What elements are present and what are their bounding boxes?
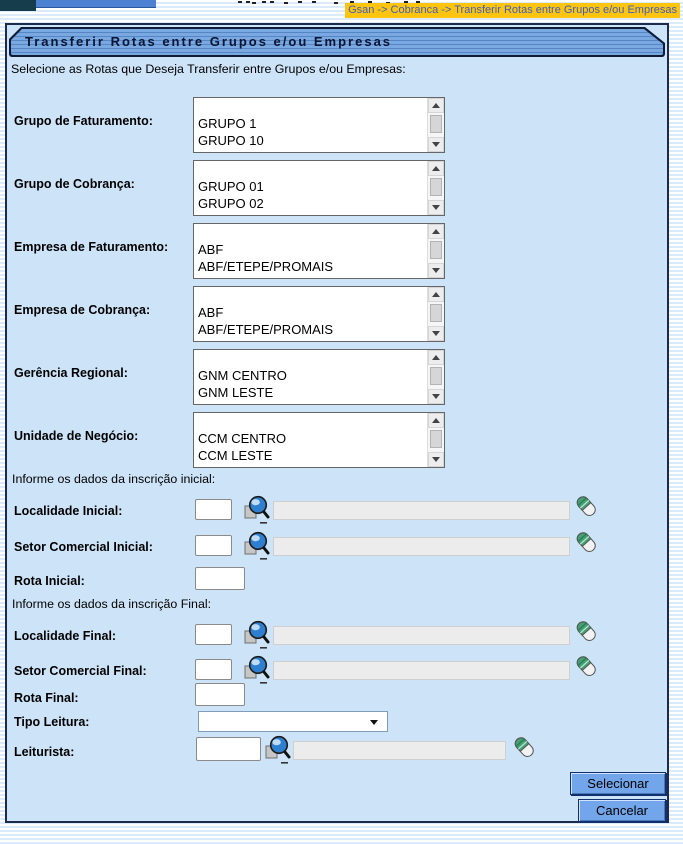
localidade-final-label: Localidade Final: bbox=[14, 629, 117, 643]
unidade-negocio-label: Unidade de Negócio: bbox=[14, 429, 139, 443]
scroll-up-icon[interactable] bbox=[428, 350, 444, 365]
setor-inicial-label: Setor Comercial Inicial: bbox=[14, 540, 153, 554]
form-panel: Transferir Rotas entre Grupos e/ou Empre… bbox=[5, 23, 669, 823]
search-icon[interactable] bbox=[264, 734, 291, 765]
scroll-down-icon[interactable] bbox=[428, 200, 444, 215]
scroll-down-icon[interactable] bbox=[428, 452, 444, 467]
chevron-down-icon bbox=[370, 720, 378, 725]
eraser-icon[interactable] bbox=[575, 620, 598, 645]
localidade-inicial-label: Localidade Inicial: bbox=[14, 504, 123, 518]
grupo-faturamento-label: Grupo de Faturamento: bbox=[14, 114, 153, 128]
list-item[interactable]: ABF bbox=[198, 304, 427, 321]
empresa-faturamento-label: Empresa de Faturamento: bbox=[14, 240, 169, 254]
localidade-inicial-input[interactable] bbox=[195, 499, 232, 520]
rota-inicial-label: Rota Inicial: bbox=[14, 574, 85, 588]
inscricao-final-header: Informe os dados da inscrição Final: bbox=[12, 597, 212, 611]
scrollbar[interactable] bbox=[427, 413, 444, 467]
setor-final-name-field bbox=[273, 661, 570, 680]
list-item[interactable]: CCM LESTE bbox=[198, 447, 427, 464]
search-icon[interactable] bbox=[243, 494, 270, 525]
list-item[interactable]: GNM LESTE bbox=[198, 384, 427, 401]
gerencia-regional-label: Gerência Regional: bbox=[14, 366, 128, 380]
scroll-down-icon[interactable] bbox=[428, 326, 444, 341]
scrollbar[interactable] bbox=[427, 350, 444, 404]
list-item[interactable]: ABF/ETEPE/PROMAIS bbox=[198, 321, 427, 338]
localidade-inicial-name-field bbox=[273, 501, 570, 520]
list-item[interactable]: ABF bbox=[198, 241, 427, 258]
scroll-down-icon[interactable] bbox=[428, 137, 444, 152]
scroll-down-icon[interactable] bbox=[428, 389, 444, 404]
setor-inicial-name-field bbox=[273, 537, 570, 556]
setor-final-label: Setor Comercial Final: bbox=[14, 664, 147, 678]
empresa-faturamento-listbox[interactable]: ABF ABF/ETEPE/PROMAIS bbox=[193, 223, 445, 279]
localidade-final-input[interactable] bbox=[195, 624, 232, 645]
scrollbar[interactable] bbox=[427, 287, 444, 341]
grupo-cobranca-listbox[interactable]: GRUPO 01 GRUPO 02 bbox=[193, 160, 445, 216]
setor-inicial-input[interactable] bbox=[195, 535, 232, 556]
localidade-final-name-field bbox=[273, 626, 570, 645]
search-icon[interactable] bbox=[243, 654, 270, 685]
list-item[interactable]: CCM CENTRO bbox=[198, 430, 427, 447]
setor-final-input[interactable] bbox=[195, 659, 232, 680]
eraser-icon[interactable] bbox=[575, 495, 598, 520]
breadcrumb: Gsan -> Cobranca -> Transferir Rotas ent… bbox=[345, 3, 680, 18]
gerencia-regional-listbox[interactable]: GNM CENTRO GNM LESTE bbox=[193, 349, 445, 405]
clipped-menubar-corner bbox=[0, 0, 36, 11]
title-bar: Transferir Rotas entre Grupos e/ou Empre… bbox=[9, 27, 665, 57]
rota-inicial-input[interactable] bbox=[195, 567, 245, 590]
cancelar-button[interactable]: Cancelar bbox=[578, 799, 666, 822]
tipo-leitura-select[interactable] bbox=[198, 711, 388, 732]
scroll-thumb[interactable] bbox=[430, 430, 442, 448]
empresa-cobranca-label: Empresa de Cobrança: bbox=[14, 303, 151, 317]
scrollbar[interactable] bbox=[427, 224, 444, 278]
tipo-leitura-selected-value bbox=[199, 714, 202, 729]
scroll-up-icon[interactable] bbox=[428, 161, 444, 176]
inscricao-inicial-header: Informe os dados da inscrição inicial: bbox=[12, 472, 216, 486]
page-title: Transferir Rotas entre Grupos e/ou Empre… bbox=[25, 34, 393, 49]
scroll-thumb[interactable] bbox=[430, 367, 442, 385]
leiturista-input[interactable] bbox=[196, 737, 261, 761]
intro-text: Selecione as Rotas que Deseja Transferir… bbox=[11, 62, 406, 76]
search-icon[interactable] bbox=[243, 530, 270, 561]
list-item[interactable]: GNM CENTRO bbox=[198, 367, 427, 384]
tipo-leitura-label: Tipo Leitura: bbox=[14, 715, 90, 729]
selecionar-button[interactable]: Selecionar bbox=[570, 772, 666, 795]
grupo-cobranca-label: Grupo de Cobrança: bbox=[14, 177, 135, 191]
list-item[interactable]: GRUPO 02 bbox=[198, 195, 427, 212]
scroll-up-icon[interactable] bbox=[428, 413, 444, 428]
list-item[interactable]: GRUPO 01 bbox=[198, 178, 427, 195]
scrollbar[interactable] bbox=[427, 98, 444, 152]
scrollbar[interactable] bbox=[427, 161, 444, 215]
scroll-up-icon[interactable] bbox=[428, 287, 444, 302]
leiturista-label: Leiturista: bbox=[14, 745, 75, 759]
clipped-menu-text bbox=[238, 1, 242, 3]
rota-final-label: Rota Final: bbox=[14, 691, 79, 705]
scroll-thumb[interactable] bbox=[430, 178, 442, 196]
search-icon[interactable] bbox=[243, 619, 270, 650]
unidade-negocio-listbox[interactable]: CCM CENTRO CCM LESTE bbox=[193, 412, 445, 468]
list-item[interactable]: GRUPO 1 bbox=[198, 115, 427, 132]
list-item[interactable]: ABF/ETEPE/PROMAIS bbox=[198, 258, 427, 275]
scroll-thumb[interactable] bbox=[430, 241, 442, 259]
leiturista-name-field bbox=[293, 741, 506, 760]
gsan-page: Gsan -> Cobranca -> Transferir Rotas ent… bbox=[0, 0, 683, 844]
rota-final-input[interactable] bbox=[195, 683, 245, 706]
eraser-icon[interactable] bbox=[575, 531, 598, 556]
scroll-thumb[interactable] bbox=[430, 115, 442, 133]
scroll-thumb[interactable] bbox=[430, 304, 442, 322]
eraser-icon[interactable] bbox=[575, 655, 598, 680]
scroll-down-icon[interactable] bbox=[428, 263, 444, 278]
scroll-up-icon[interactable] bbox=[428, 98, 444, 113]
eraser-icon[interactable] bbox=[513, 736, 536, 761]
grupo-faturamento-listbox[interactable]: GRUPO 1 GRUPO 10 bbox=[193, 97, 445, 153]
scroll-up-icon[interactable] bbox=[428, 224, 444, 239]
list-item[interactable]: GRUPO 10 bbox=[198, 132, 427, 149]
empresa-cobranca-listbox[interactable]: ABF ABF/ETEPE/PROMAIS bbox=[193, 286, 445, 342]
